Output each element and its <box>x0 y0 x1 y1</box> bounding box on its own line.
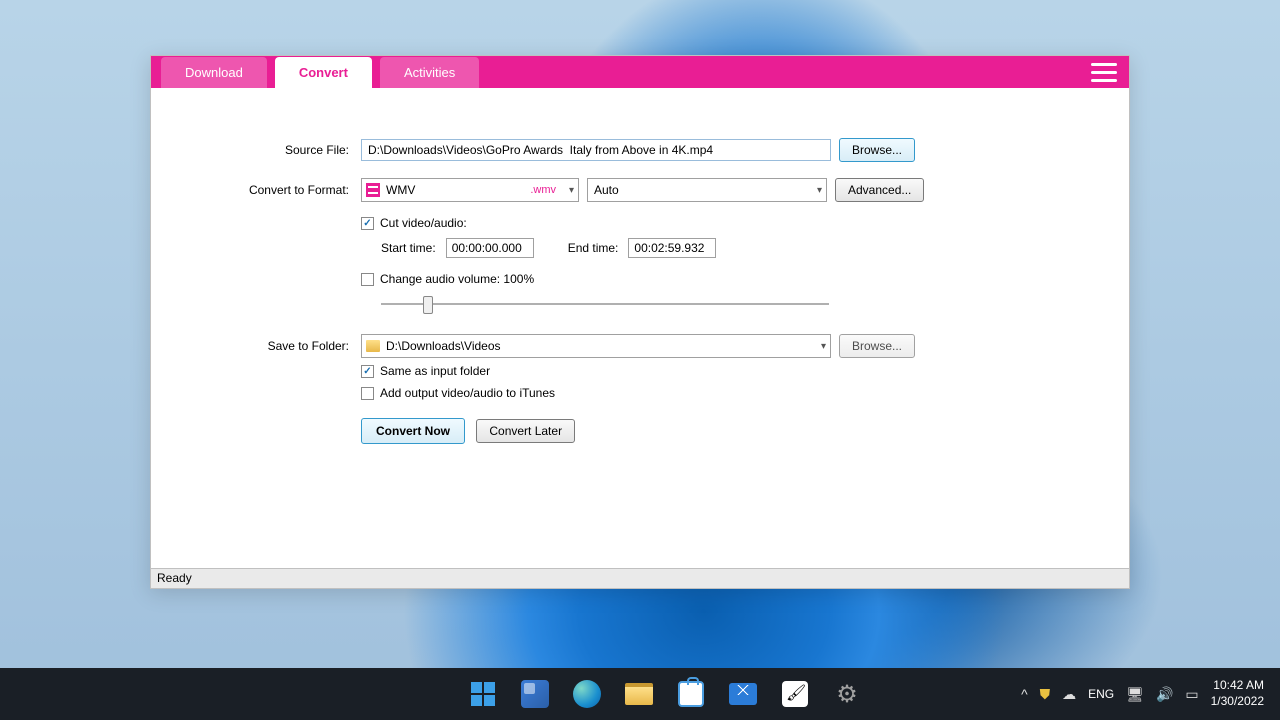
volume-slider[interactable] <box>381 294 829 314</box>
edge-icon <box>573 680 601 708</box>
tab-download[interactable]: Download <box>161 57 267 88</box>
store-button[interactable] <box>672 675 710 713</box>
battery-icon[interactable]: ▭ <box>1185 686 1198 703</box>
output-folder-select[interactable]: D:\Downloads\Videos <box>361 334 831 358</box>
chevron-up-icon[interactable]: ^ <box>1021 686 1028 702</box>
browse-output-button[interactable]: Browse... <box>839 334 915 358</box>
widgets-icon <box>521 680 549 708</box>
language-indicator[interactable]: ENG <box>1088 687 1114 701</box>
volume-icon[interactable]: 🔊 <box>1156 686 1173 703</box>
content-area: Source File: Browse... Convert to Format… <box>151 88 1129 568</box>
system-tray: ^ ⛊ ☁ ENG 🖥 🔊 ▭ 10:42 AM 1/30/2022 <box>1021 678 1264 709</box>
itunes-checkbox[interactable] <box>361 387 374 400</box>
store-icon <box>678 681 704 707</box>
cut-video-checkbox[interactable] <box>361 217 374 230</box>
mail-button[interactable] <box>724 675 762 713</box>
format-name: WMV <box>386 183 415 197</box>
tab-activities[interactable]: Activities <box>380 57 479 88</box>
clock[interactable]: 10:42 AM 1/30/2022 <box>1211 678 1264 709</box>
paint-icon <box>782 681 808 707</box>
quality-value: Auto <box>594 183 619 197</box>
convert-to-label: Convert to Format: <box>211 183 361 197</box>
format-extension: .wmv <box>530 184 556 196</box>
same-folder-label: Same as input folder <box>380 364 490 378</box>
browse-source-button[interactable]: Browse... <box>839 138 915 162</box>
tab-convert[interactable]: Convert <box>275 57 372 88</box>
cut-video-label: Cut video/audio: <box>380 216 467 230</box>
mail-icon <box>729 683 757 705</box>
gear-icon: ⚙ <box>836 680 858 709</box>
edge-button[interactable] <box>568 675 606 713</box>
source-file-label: Source File: <box>211 143 361 157</box>
start-button[interactable] <box>464 675 502 713</box>
tab-bar: Download Convert Activities <box>151 56 1129 88</box>
change-volume-label: Change audio volume: 100% <box>380 272 534 286</box>
same-folder-checkbox[interactable] <box>361 365 374 378</box>
format-select[interactable]: WMV .wmv <box>361 178 579 202</box>
date-display: 1/30/2022 <box>1211 694 1264 710</box>
source-file-input[interactable] <box>361 139 831 161</box>
network-icon[interactable]: 🖥 <box>1126 686 1144 703</box>
output-folder-value: D:\Downloads\Videos <box>386 339 501 353</box>
security-icon[interactable]: ⛊ <box>1040 686 1051 703</box>
start-time-input[interactable] <box>446 238 534 258</box>
paint-button[interactable] <box>776 675 814 713</box>
status-bar: Ready <box>151 568 1129 588</box>
settings-button[interactable]: ⚙ <box>828 675 866 713</box>
slider-thumb-icon[interactable] <box>423 296 433 314</box>
weather-icon[interactable]: ☁ <box>1062 686 1076 703</box>
file-explorer-button[interactable] <box>620 675 658 713</box>
convert-now-button[interactable]: Convert Now <box>361 418 465 444</box>
time-display: 10:42 AM <box>1211 678 1264 694</box>
start-time-label: Start time: <box>381 241 436 255</box>
change-volume-checkbox[interactable] <box>361 273 374 286</box>
itunes-label: Add output video/audio to iTunes <box>380 386 555 400</box>
end-time-label: End time: <box>568 241 619 255</box>
taskbar: ⚙ ^ ⛊ ☁ ENG 🖥 🔊 ▭ 10:42 AM 1/30/2022 <box>0 668 1280 720</box>
end-time-input[interactable] <box>628 238 716 258</box>
converter-app-window: Download Convert Activities Source File:… <box>150 55 1130 589</box>
hamburger-menu-icon[interactable] <box>1091 60 1117 84</box>
folder-icon <box>625 683 653 705</box>
widgets-button[interactable] <box>516 675 554 713</box>
quality-select[interactable]: Auto <box>587 178 827 202</box>
save-to-label: Save to Folder: <box>211 339 361 353</box>
convert-later-button[interactable]: Convert Later <box>476 419 575 443</box>
windows-icon <box>471 682 495 706</box>
video-format-icon <box>366 183 380 197</box>
advanced-button[interactable]: Advanced... <box>835 178 924 202</box>
folder-icon <box>366 340 380 352</box>
